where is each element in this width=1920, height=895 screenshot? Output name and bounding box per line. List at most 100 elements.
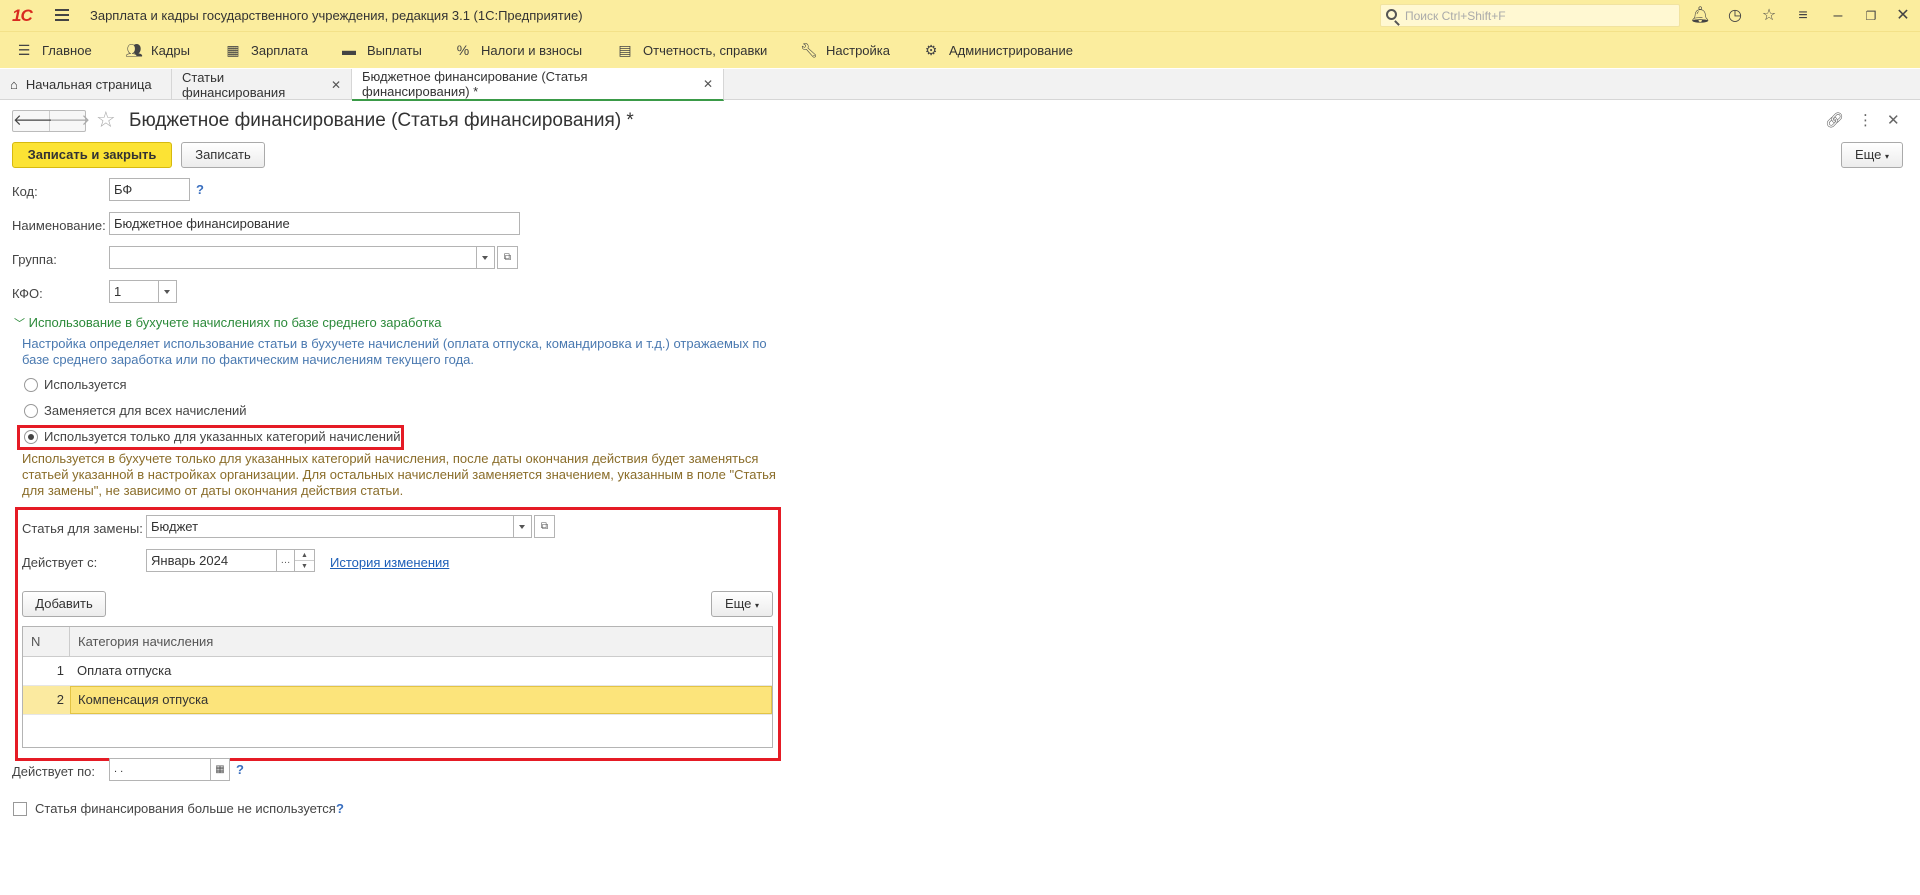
wrench-icon: 🔧︎	[800, 42, 818, 58]
title-bar: 1С Зарплата и кадры государственного учр…	[0, 0, 1920, 31]
restore-icon[interactable]: ❐	[1861, 6, 1881, 26]
menu-item-admin[interactable]: ⚙ Администрирование	[923, 42, 1073, 58]
table-row[interactable]: 1 Оплата отпуска	[23, 657, 772, 686]
main-menu-icon[interactable]	[55, 9, 69, 21]
minimize-icon[interactable]: –	[1828, 6, 1848, 26]
radio-only-categories[interactable]	[24, 430, 38, 444]
menu-label: Кадры	[151, 42, 190, 58]
menu-item-taxes[interactable]: % Налоги и взносы	[455, 42, 582, 58]
menu-label: Настройка	[826, 42, 890, 58]
settings-list-icon[interactable]: ≡	[1793, 6, 1813, 26]
menu-label: Налоги и взносы	[481, 42, 583, 58]
valid-to-field[interactable]: . .	[109, 758, 211, 781]
group-dropdown-icon[interactable]	[477, 246, 495, 269]
not-used-label: Статья финансирования больше не использу…	[35, 801, 336, 816]
search-input[interactable]: Поиск Ctrl+Shift+F	[1380, 4, 1680, 27]
valid-from-field[interactable]: Январь 2024	[146, 549, 277, 572]
kfo-label: КФО:	[12, 286, 43, 301]
menu-label: Зарплата	[251, 42, 308, 58]
menu-label: Администрирование	[949, 42, 1073, 58]
column-header-category[interactable]: Категория начисления	[70, 627, 213, 656]
wallet-icon: ▬	[342, 42, 356, 58]
gear-icon: ⚙	[924, 42, 938, 58]
menu-item-salary[interactable]: ▦ Зарплата	[225, 42, 308, 58]
form-title: Бюджетное финансирование (Статья финанси…	[129, 110, 634, 131]
tab-close-icon[interactable]: ✕	[331, 78, 341, 92]
section-menu: ☰ Главное 👥︎ Кадры ▦ Зарплата ▬ Выплаты % Нал…	[0, 31, 1920, 68]
menu-item-reports[interactable]: ▤ Отчетность, справки	[617, 42, 767, 58]
not-used-checkbox[interactable]	[13, 802, 27, 816]
spin-down-icon[interactable]: ▼	[295, 561, 314, 572]
link-icon[interactable]: 🔗︎	[1825, 111, 1844, 129]
categories-table: N Категория начисления 1 Оплата отпуска …	[22, 626, 773, 748]
help-icon[interactable]: ?	[196, 182, 204, 197]
bell-icon[interactable]: 🔔︎	[1690, 6, 1710, 26]
table-header: N Категория начисления	[23, 627, 772, 657]
radio-note-line-3: для замены", не зависимо от даты окончан…	[22, 483, 404, 498]
group-open-icon[interactable]: ⧉	[497, 246, 518, 269]
tab-financing-items[interactable]: Статьи финансирования ✕	[172, 69, 352, 100]
more-actions-icon[interactable]: ⋮	[1858, 111, 1873, 129]
group-field[interactable]	[109, 246, 477, 269]
more-button[interactable]: Еще ▾	[1841, 142, 1903, 168]
menu-item-settings[interactable]: 🔧︎ Настройка	[800, 42, 890, 58]
tab-label: Статьи финансирования	[182, 69, 286, 100]
back-arrow-icon[interactable]: 🡐	[13, 111, 53, 131]
table-more-button[interactable]: Еще ▾	[711, 591, 773, 617]
save-button[interactable]: Записать	[181, 142, 265, 168]
replace-item-dropdown-icon[interactable]	[514, 515, 532, 538]
spin-up-icon[interactable]: ▲	[295, 550, 314, 561]
favorites-icon[interactable]: ☆	[1759, 6, 1779, 26]
help-icon[interactable]: ?	[236, 762, 244, 777]
radio-note-line-2: статьей указанной в настройках организац…	[22, 467, 776, 482]
code-label: Код:	[12, 184, 38, 199]
close-icon[interactable]: ✕	[1893, 6, 1913, 26]
kfo-field[interactable]: 1	[109, 280, 159, 303]
table-row-selected[interactable]: 2 Компенсация отпуска	[23, 686, 772, 715]
radio-used[interactable]	[24, 378, 38, 392]
kfo-dropdown-icon[interactable]	[159, 280, 177, 303]
search-placeholder: Поиск Ctrl+Shift+F	[1405, 9, 1506, 23]
people-icon: 👥︎	[125, 42, 143, 58]
add-button[interactable]: Добавить	[22, 591, 106, 617]
replace-item-field[interactable]: Бюджет	[146, 515, 514, 538]
tab-budget-financing[interactable]: Бюджетное финансирование (Статья финанси…	[352, 69, 724, 101]
section-note-line-2: базе среднего заработка или по фактическ…	[22, 352, 475, 367]
average-earnings-group-header[interactable]: ﹀ Использование в бухучете начислениях п…	[14, 315, 442, 331]
radio-note-line-1: Используется в бухучете только для указа…	[22, 451, 759, 466]
radio-used-label: Используется	[44, 377, 127, 392]
table-more-label: Еще	[724, 596, 752, 611]
radio-replaced-all[interactable]	[24, 404, 38, 418]
tab-label: Начальная страница	[25, 77, 152, 92]
valid-from-select-icon[interactable]: …	[277, 549, 295, 572]
percent-icon: %	[456, 42, 470, 58]
app-logo: 1С	[12, 6, 33, 25]
tab-bar: ⌂ Начальная страница Статьи финансировани…	[0, 69, 1920, 101]
history-icon[interactable]: ◷	[1725, 6, 1745, 26]
name-label: Наименование:	[12, 218, 106, 233]
tab-home[interactable]: ⌂ Начальная страница	[0, 69, 172, 100]
tab-close-icon[interactable]: ✕	[703, 77, 713, 91]
section-note-line-1: Настройка определяет использование стать…	[22, 336, 767, 351]
group-label: Группа:	[12, 252, 57, 267]
menu-item-payments[interactable]: ▬ Выплаты	[341, 42, 422, 58]
calendar-icon[interactable]: ▦	[211, 758, 230, 781]
column-header-n[interactable]: N	[23, 627, 70, 656]
replace-item-open-icon[interactable]: ⧉	[534, 515, 555, 538]
menu-item-hr[interactable]: 👥︎ Кадры	[125, 42, 190, 58]
valid-from-spinner[interactable]: ▲ ▼	[295, 549, 315, 572]
menu-label: Главное	[42, 42, 92, 58]
form-close-icon[interactable]: ✕	[1887, 111, 1900, 129]
history-link[interactable]: История изменения	[330, 555, 449, 570]
report-icon: ▤	[618, 42, 632, 58]
name-field[interactable]: Бюджетное финансирование	[109, 212, 520, 235]
home-icon: ⌂	[10, 77, 18, 92]
radio-only-categories-label: Используется только для указанных катего…	[44, 429, 401, 444]
forward-arrow-icon[interactable]: 🡒	[50, 111, 90, 131]
menu-item-main[interactable]: ☰ Главное	[16, 42, 92, 58]
save-and-close-button[interactable]: Записать и закрыть	[12, 142, 172, 168]
favorite-star-icon[interactable]: ☆	[96, 107, 116, 133]
row-number: 1	[56, 663, 64, 678]
code-field[interactable]: БФ	[109, 178, 190, 201]
help-icon[interactable]: ?	[336, 801, 344, 816]
